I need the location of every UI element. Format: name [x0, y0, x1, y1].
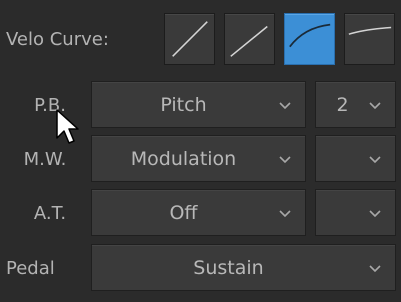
pitch-bend-range-value: 2 — [336, 93, 349, 116]
pedal-dropdown[interactable]: Sustain — [91, 244, 396, 291]
chevron-down-icon — [369, 155, 381, 163]
chevron-down-icon — [369, 101, 381, 109]
pedal-label: Pedal — [6, 257, 55, 279]
velo-curve-linear-button[interactable] — [164, 13, 215, 65]
soft-linear-curve-icon — [230, 25, 268, 57]
chevron-down-icon — [369, 264, 381, 272]
mod-wheel-value: Modulation — [130, 147, 237, 170]
mouse-pointer-icon — [56, 109, 79, 144]
hard-curve-icon — [289, 23, 331, 48]
aftertouch-cc-dropdown[interactable] — [315, 189, 396, 236]
chevron-down-icon — [279, 101, 291, 109]
chevron-down-icon — [279, 155, 291, 163]
flat-curve-icon — [348, 26, 392, 35]
mod-wheel-cc-dropdown[interactable] — [315, 135, 396, 182]
velo-curve-hard-button[interactable] — [284, 13, 335, 65]
chevron-down-icon — [279, 209, 291, 217]
controller-settings-panel: Velo Curve: P.B. Pitch 2 M.W. Modulation… — [0, 0, 401, 302]
velo-curve-label: Velo Curve: — [6, 28, 109, 50]
pitch-bend-range-dropdown[interactable]: 2 — [315, 81, 396, 128]
velo-curve-soft-button[interactable] — [224, 13, 275, 65]
linear-curve-icon — [172, 21, 208, 57]
pitch-bend-dropdown[interactable]: Pitch — [91, 81, 306, 128]
pedal-value: Sustain — [193, 256, 264, 279]
mod-wheel-dropdown[interactable]: Modulation — [91, 135, 306, 182]
pitch-bend-value: Pitch — [160, 93, 207, 116]
velo-curve-flat-button[interactable] — [344, 13, 395, 65]
aftertouch-label: A.T. — [33, 202, 67, 224]
chevron-down-icon — [369, 209, 381, 217]
aftertouch-dropdown[interactable]: Off — [91, 189, 306, 236]
aftertouch-value: Off — [169, 201, 198, 224]
